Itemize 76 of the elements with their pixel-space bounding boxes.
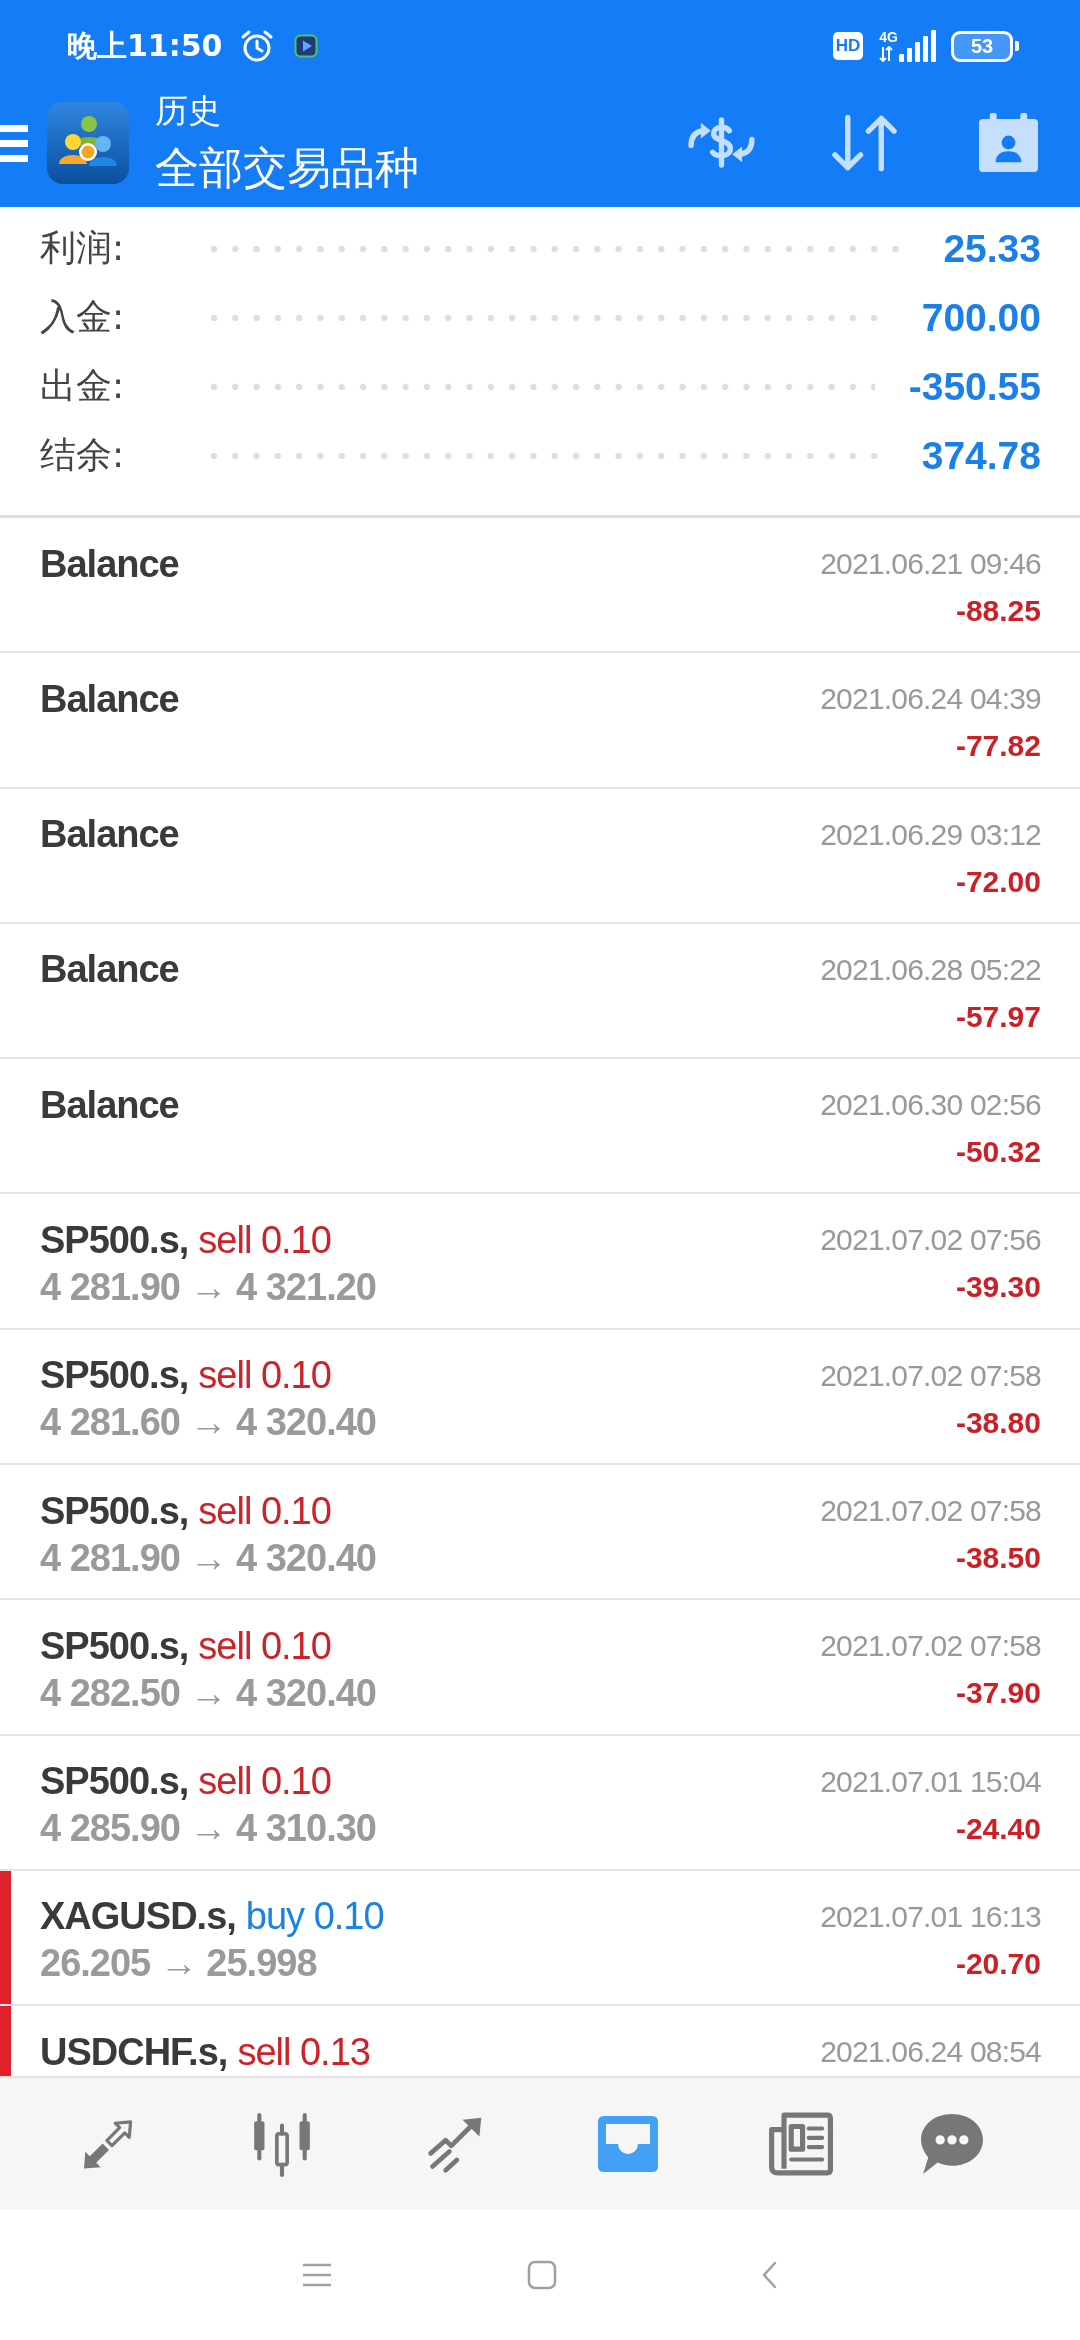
signal-icon [899,30,937,62]
deal-type-label: Balance [40,813,179,857]
app-logo-icon [47,101,129,184]
calendar-person-icon[interactable] [977,111,1040,174]
symbol-label: SP500.s, [40,1489,189,1533]
menu-icon[interactable] [303,2263,331,2287]
summary-label: 出金: [40,364,126,408]
order-label: buy 0.10 [245,1895,384,1939]
order-label: sell 0.10 [198,1760,331,1804]
deal-time: 2021.07.02 07:56 [820,1223,1041,1258]
play-app-icon [293,34,318,58]
profit-value: -20.70 [955,1946,1041,1981]
summary-label: 结余: [40,433,126,477]
price-change-label: 4 282.50 → 4 320.40 [40,1671,377,1715]
summary-value: 700.00 [921,295,1041,340]
price-change-label: 4 281.90 → 4 321.20 [40,1266,377,1309]
symbol-label: SP500.s, [40,1219,189,1262]
chat-bubble-icon[interactable] [919,2112,985,2176]
data-arrows-icon [879,46,894,62]
deal-time: 2021.07.02 07:58 [820,1494,1041,1529]
profit-value: -72.00 [955,864,1041,899]
profit-value: -39.30 [955,1270,1041,1305]
profit-value: -50.32 [955,1135,1041,1170]
order-label: sell 0.13 [237,2030,370,2074]
profit-value: -77.82 [955,729,1041,764]
summary-value: 374.78 [921,433,1041,478]
hd-badge: HD [832,32,864,60]
deal-time: 2021.06.24 04:39 [820,682,1041,717]
summary-value: -350.55 [908,364,1041,409]
deal-time: 2021.07.02 07:58 [820,1629,1041,1664]
deal-time: 2021.06.30 02:56 [820,1088,1041,1123]
deal-time: 2021.06.24 08:54 [820,2035,1041,2070]
alarm-clock-icon [239,29,274,63]
profit-value: -88.25 [955,594,1041,628]
symbol-label: SP500.s, [40,1624,189,1668]
order-label: sell 0.10 [198,1489,331,1533]
profit-value: -38.50 [955,1541,1041,1576]
price-change-label: 26.205 → 25.998 [40,1942,318,1986]
status-time: 晚上11:50 [67,26,223,65]
deal-type-label: Balance [40,677,179,721]
battery-indicator: 53 [951,30,1019,62]
order-label: sell 0.10 [198,1624,331,1668]
deal-type-label: Balance [40,1083,179,1127]
menu-icon[interactable] [0,122,28,163]
symbol-label: XAGUSD.s, [40,1895,236,1939]
price-change-label: 4 281.60 → 4 320.40 [40,1401,377,1445]
order-label: sell 0.10 [198,1219,331,1262]
order-label: sell 0.10 [198,1354,331,1398]
screen-title: 全部交易品种 [155,142,419,194]
sort-arrows-icon[interactable] [830,112,899,173]
profit-value: -24.40 [955,1811,1041,1846]
deal-time: 2021.06.29 03:12 [820,817,1041,852]
price-change-label: 4 281.90 → 4 320.40 [40,1536,377,1580]
price-change-label: 4 285.90 → 4 310.30 [40,1807,377,1851]
summary-label: 入金: [40,295,126,339]
summary-value: 25.33 [943,226,1041,271]
screen-subtitle: 历史 [155,91,222,131]
profit-value: -38.80 [955,1405,1041,1440]
deal-time: 2021.06.28 05:22 [820,952,1041,987]
summary-label: 利润: [40,226,126,270]
dollar-exchange-icon[interactable] [685,116,758,169]
deal-type-label: Balance [40,948,179,992]
deal-time: 2021.06.21 09:46 [820,547,1041,581]
deal-time: 2021.07.01 15:04 [820,1764,1041,1799]
profit-value: -37.90 [955,1676,1041,1711]
profit-value: -57.97 [955,999,1041,1034]
back-icon[interactable] [760,2260,778,2290]
square-icon[interactable] [527,2260,557,2290]
newspaper-icon[interactable] [767,2111,834,2177]
network-type-label: 4G [879,30,898,44]
symbol-label: USDCHF.s, [40,2030,228,2074]
symbol-label: SP500.s, [40,1354,189,1398]
symbol-label: SP500.s, [40,1760,189,1804]
deal-time: 2021.07.01 16:13 [820,1899,1041,1934]
deal-time: 2021.07.02 07:58 [820,1358,1041,1393]
deal-type-label: Balance [40,542,179,586]
